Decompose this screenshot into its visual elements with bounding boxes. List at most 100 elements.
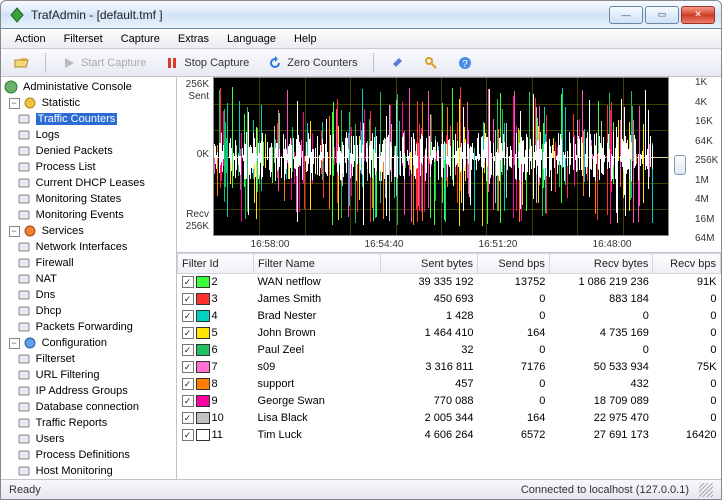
tree-item-url-filtering[interactable]: URL Filtering bbox=[3, 367, 176, 383]
collapse-icon[interactable]: − bbox=[9, 226, 20, 237]
col-filter-name[interactable]: Filter Name bbox=[254, 254, 381, 274]
tree-item-filterset[interactable]: Filterset bbox=[3, 351, 176, 367]
tree-item-logs[interactable]: Logs bbox=[3, 127, 176, 143]
tool-edit-button[interactable] bbox=[382, 52, 412, 74]
item-icon bbox=[16, 303, 32, 319]
item-icon bbox=[16, 367, 32, 383]
row-checkbox[interactable]: ✓ bbox=[182, 378, 194, 390]
tree-item-firewall[interactable]: Firewall bbox=[3, 255, 176, 271]
tree-item-nat[interactable]: NAT bbox=[3, 271, 176, 287]
menu-action[interactable]: Action bbox=[7, 31, 54, 47]
separator bbox=[45, 53, 46, 73]
row-checkbox[interactable]: ✓ bbox=[182, 344, 194, 356]
recv-bps: 91K bbox=[653, 274, 721, 291]
tree-item-database-connection[interactable]: Database connection bbox=[3, 399, 176, 415]
table-row[interactable]: ✓2WAN netflow39 335 192137521 086 219 23… bbox=[178, 274, 721, 291]
menu-help[interactable]: Help bbox=[286, 31, 325, 47]
table-row[interactable]: ✓3James Smith450 6930883 1840 bbox=[178, 291, 721, 308]
zero-counters-label: Zero Counters bbox=[287, 57, 357, 69]
tool-help-button[interactable]: ? bbox=[450, 52, 480, 74]
zero-counters-button[interactable]: Zero Counters bbox=[260, 52, 364, 74]
tree-group-statistic[interactable]: −Statistic bbox=[3, 95, 176, 111]
sent-bytes: 1 428 bbox=[380, 308, 477, 325]
row-checkbox[interactable]: ✓ bbox=[182, 276, 194, 288]
tree-item-network-interfaces[interactable]: Network Interfaces bbox=[3, 239, 176, 255]
start-capture-label: Start Capture bbox=[81, 57, 146, 69]
tree-root[interactable]: Administative Console bbox=[3, 79, 176, 95]
send-bps: 0 bbox=[478, 308, 550, 325]
nav-tree[interactable]: Administative Console −Statistic Traffic… bbox=[1, 77, 177, 479]
filters-table[interactable]: Filter IdFilter NameSent bytesSend bpsRe… bbox=[177, 253, 721, 479]
tree-group-services[interactable]: −Services bbox=[3, 223, 176, 239]
minimize-button[interactable]: — bbox=[609, 6, 643, 24]
recv-bytes: 883 184 bbox=[549, 291, 653, 308]
traffic-chart[interactable] bbox=[213, 77, 669, 236]
table-row[interactable]: ✓11Tim Luck4 606 264657227 691 17316420 bbox=[178, 427, 721, 444]
table-row[interactable]: ✓5John Brown1 464 4101644 735 1690 bbox=[178, 325, 721, 342]
sent-bytes: 2 005 344 bbox=[380, 410, 477, 427]
col-send-bps[interactable]: Send bps bbox=[478, 254, 550, 274]
collapse-icon[interactable]: − bbox=[9, 98, 20, 109]
sent-bytes: 1 464 410 bbox=[380, 325, 477, 342]
row-checkbox[interactable]: ✓ bbox=[182, 293, 194, 305]
row-checkbox[interactable]: ✓ bbox=[182, 429, 194, 441]
item-icon bbox=[16, 431, 32, 447]
tree-item-host-monitoring[interactable]: Host Monitoring bbox=[3, 463, 176, 479]
item-icon bbox=[16, 207, 32, 223]
help-icon: ? bbox=[457, 55, 473, 71]
stop-capture-button[interactable]: Stop Capture bbox=[157, 52, 256, 74]
resize-grip[interactable] bbox=[699, 483, 713, 497]
tree-item-users[interactable]: Users bbox=[3, 431, 176, 447]
color-swatch bbox=[196, 395, 210, 407]
menu-language[interactable]: Language bbox=[219, 31, 284, 47]
item-icon bbox=[16, 447, 32, 463]
menu-extras[interactable]: Extras bbox=[170, 31, 217, 47]
tree-item-traffic-reports[interactable]: Traffic Reports bbox=[3, 415, 176, 431]
menu-capture[interactable]: Capture bbox=[113, 31, 168, 47]
tree-group-configuration[interactable]: −Configuration bbox=[3, 335, 176, 351]
sent-bytes: 450 693 bbox=[380, 291, 477, 308]
tree-item-traffic-counters[interactable]: Traffic Counters bbox=[3, 111, 176, 127]
recv-bytes: 0 bbox=[549, 308, 653, 325]
tree-item-process-definitions[interactable]: Process Definitions bbox=[3, 447, 176, 463]
tree-item-monitoring-events[interactable]: Monitoring Events bbox=[3, 207, 176, 223]
y-tick: 256K bbox=[186, 79, 209, 90]
tree-item-dns[interactable]: Dns bbox=[3, 287, 176, 303]
filter-id: 9 bbox=[212, 395, 218, 407]
col-sent-bytes[interactable]: Sent bytes bbox=[380, 254, 477, 274]
filter-id: 8 bbox=[212, 378, 218, 390]
tree-item-monitoring-states[interactable]: Monitoring States bbox=[3, 191, 176, 207]
tree-item-dhcp[interactable]: Dhcp bbox=[3, 303, 176, 319]
row-checkbox[interactable]: ✓ bbox=[182, 310, 194, 322]
col-recv-bytes[interactable]: Recv bytes bbox=[549, 254, 653, 274]
row-checkbox[interactable]: ✓ bbox=[182, 395, 194, 407]
recv-bps: 75K bbox=[653, 359, 721, 376]
table-row[interactable]: ✓10Lisa Black2 005 34416422 975 4700 bbox=[178, 410, 721, 427]
close-button[interactable]: ✕ bbox=[681, 6, 715, 24]
filter-name: Tim Luck bbox=[254, 427, 381, 444]
tree-item-denied-packets[interactable]: Denied Packets bbox=[3, 143, 176, 159]
item-icon bbox=[16, 239, 32, 255]
tool-key-button[interactable] bbox=[416, 52, 446, 74]
row-checkbox[interactable]: ✓ bbox=[182, 412, 194, 424]
table-row[interactable]: ✓7s093 316 811717650 533 93475K bbox=[178, 359, 721, 376]
item-icon bbox=[16, 463, 32, 479]
row-checkbox[interactable]: ✓ bbox=[182, 327, 194, 339]
table-row[interactable]: ✓4Brad Nester1 428000 bbox=[178, 308, 721, 325]
col-recv-bps[interactable]: Recv bps bbox=[653, 254, 721, 274]
open-button[interactable] bbox=[7, 52, 37, 74]
tree-item-packets-forwarding[interactable]: Packets Forwarding bbox=[3, 319, 176, 335]
collapse-icon[interactable]: − bbox=[9, 338, 20, 349]
table-row[interactable]: ✓9George Swan770 088018 709 0890 bbox=[178, 393, 721, 410]
menu-filterset[interactable]: Filterset bbox=[56, 31, 111, 47]
tree-item-process-list[interactable]: Process List bbox=[3, 159, 176, 175]
tree-item-current-dhcp-leases[interactable]: Current DHCP Leases bbox=[3, 175, 176, 191]
table-row[interactable]: ✓6Paul Zeel32000 bbox=[178, 342, 721, 359]
table-row[interactable]: ✓8support45704320 bbox=[178, 376, 721, 393]
col-filter-id[interactable]: Filter Id bbox=[178, 254, 254, 274]
tree-item-ip-address-groups[interactable]: IP Address Groups bbox=[3, 383, 176, 399]
color-swatch bbox=[196, 429, 210, 441]
chart-scale-slider[interactable] bbox=[674, 155, 686, 175]
maximize-button[interactable]: ▭ bbox=[645, 6, 679, 24]
row-checkbox[interactable]: ✓ bbox=[182, 361, 194, 373]
